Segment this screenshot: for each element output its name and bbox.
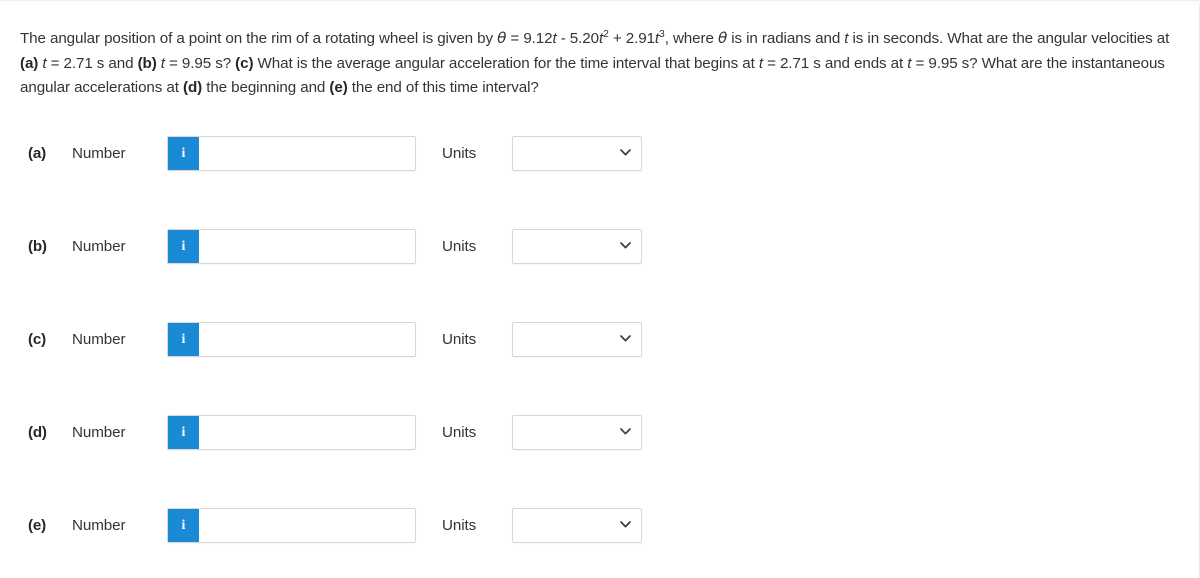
inline-label-b: (b) [137, 54, 157, 72]
number-input-c[interactable] [199, 323, 415, 356]
number-field-d: i [167, 415, 416, 450]
number-input-e[interactable] [199, 509, 415, 542]
units-label-e: Units [442, 517, 477, 534]
units-label-d: Units [442, 424, 477, 441]
problem-text-d: the beginning and [202, 79, 330, 97]
info-icon-a[interactable]: i [168, 137, 199, 170]
problem-text-where: , where [664, 30, 718, 48]
problem-text-radians: is in radians and [727, 30, 845, 48]
number-label-b: Number [72, 238, 126, 255]
number-field-e: i [167, 508, 416, 543]
info-icon-d[interactable]: i [168, 416, 199, 449]
units-label-b: Units [442, 238, 477, 255]
problem-text-c: What is the average angular acceleration… [253, 54, 759, 72]
units-select-e[interactable] [512, 508, 642, 543]
row-label-c: (c) [28, 331, 46, 348]
value-a: = 2.71 s and [46, 54, 138, 72]
top-divider [0, 1, 1200, 5]
units-select-c[interactable] [512, 322, 642, 357]
units-select-wrap-e [512, 508, 642, 543]
inline-label-d: (d) [182, 79, 203, 97]
problem-text-e: the end of this time interval? [347, 79, 539, 97]
answer-row-c: (c) Number i Units [0, 320, 1200, 413]
equation-minus-term: - 5.20 [556, 30, 599, 48]
row-label-d: (d) [28, 424, 47, 441]
row-label-a: (a) [28, 145, 46, 162]
theta-symbol: θ [497, 29, 507, 48]
equation-plus-term: + 2.91 [608, 30, 655, 48]
number-label-d: Number [72, 424, 126, 441]
info-icon-c[interactable]: i [168, 323, 199, 356]
value-c-start: = 2.71 s and ends at [762, 54, 908, 72]
answer-row-d: (d) Number i Units [0, 413, 1200, 506]
answer-row-e: (e) Number i Units [0, 506, 1200, 566]
inline-label-c: (c) [235, 54, 254, 72]
equation-equals: = 9.12 [506, 30, 553, 48]
units-select-wrap-d [512, 415, 642, 450]
number-label-a: Number [72, 145, 126, 162]
info-icon-e[interactable]: i [168, 509, 199, 542]
row-label-e: (e) [28, 517, 46, 534]
inline-label-e: (e) [329, 79, 348, 97]
units-label-c: Units [442, 331, 477, 348]
answer-row-a: (a) Number i Units [0, 134, 1200, 227]
number-label-e: Number [72, 517, 126, 534]
number-field-b: i [167, 229, 416, 264]
number-label-c: Number [72, 331, 126, 348]
units-select-wrap-b [512, 229, 642, 264]
answer-row-b: (b) Number i Units [0, 227, 1200, 320]
value-b: = 9.95 s? [164, 54, 236, 72]
problem-text-intro: The angular position of a point on the r… [20, 30, 498, 48]
units-select-b[interactable] [512, 229, 642, 264]
info-icon-b[interactable]: i [168, 230, 199, 263]
units-select-wrap-a [512, 136, 642, 171]
units-label-a: Units [442, 145, 477, 162]
number-input-a[interactable] [199, 137, 415, 170]
units-select-d[interactable] [512, 415, 642, 450]
answer-rows: (a) Number i Units (b) Number i Units (c… [0, 134, 1200, 566]
row-label-b: (b) [28, 238, 47, 255]
problem-statement: The angular position of a point on the r… [20, 26, 1182, 101]
units-select-wrap-c [512, 322, 642, 357]
inline-label-a: (a) [20, 54, 39, 72]
number-input-d[interactable] [199, 416, 415, 449]
number-input-b[interactable] [199, 230, 415, 263]
question-page: The angular position of a point on the r… [0, 0, 1200, 578]
problem-text-seconds: is in seconds. What are the angular velo… [848, 30, 1170, 48]
units-select-a[interactable] [512, 136, 642, 171]
number-field-c: i [167, 322, 416, 357]
theta-symbol-2: θ [717, 29, 728, 48]
number-field-a: i [167, 136, 416, 171]
